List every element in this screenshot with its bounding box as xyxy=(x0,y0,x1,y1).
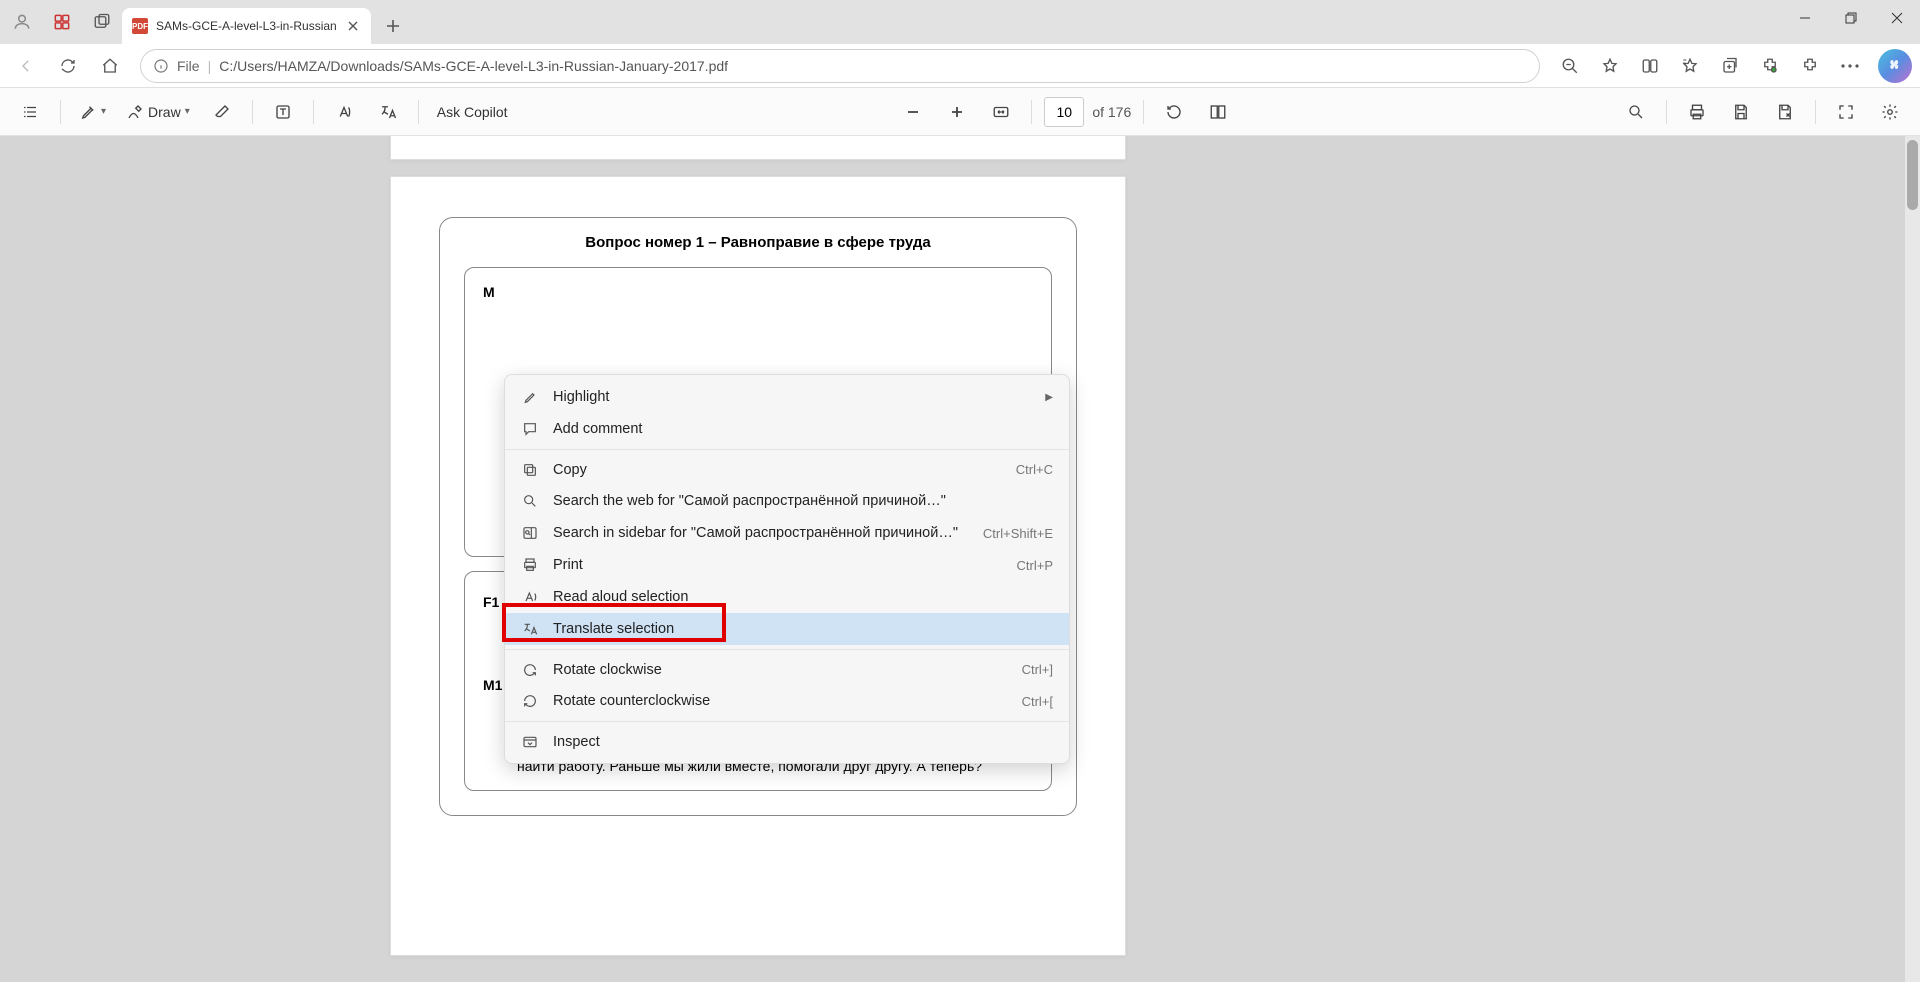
copy-icon xyxy=(521,461,539,479)
save-button[interactable] xyxy=(1723,94,1759,130)
fit-width-button[interactable] xyxy=(983,94,1019,130)
fullscreen-button[interactable] xyxy=(1828,94,1864,130)
url-box[interactable]: File | C:/Users/HAMZA/Downloads/SAMs-GCE… xyxy=(140,49,1540,83)
profile-icon[interactable] xyxy=(8,8,36,36)
menu-rotate-cw[interactable]: Rotate clockwise Ctrl+] xyxy=(505,649,1069,685)
menu-rotate-ccw[interactable]: Rotate counterclockwise Ctrl+[ xyxy=(505,685,1069,717)
pdf-viewer[interactable]: Вопрос номер 1 – Равноправие в сфере тру… xyxy=(0,136,1920,982)
rotate-cw-icon xyxy=(521,661,539,679)
pdf-settings-button[interactable] xyxy=(1872,94,1908,130)
browser-tools-icon[interactable] xyxy=(1792,48,1828,84)
menu-translate-selection[interactable]: Translate selection xyxy=(505,613,1069,645)
page-view-button[interactable] xyxy=(1200,94,1236,130)
page-total: of 176 xyxy=(1092,104,1131,120)
more-button[interactable] xyxy=(1832,48,1868,84)
tab-actions-icon[interactable] xyxy=(88,8,116,36)
sidebar-search-icon xyxy=(521,524,539,542)
pdf-favicon: PDF xyxy=(132,18,148,34)
ask-copilot-button[interactable]: Ask Copilot xyxy=(431,94,514,130)
menu-search-web[interactable]: Search the web for "Самой распространённ… xyxy=(505,485,1069,517)
close-window-button[interactable] xyxy=(1874,0,1920,36)
print-button[interactable] xyxy=(1679,94,1715,130)
menu-copy[interactable]: Copy Ctrl+C xyxy=(505,449,1069,485)
split-screen-icon[interactable] xyxy=(1632,48,1668,84)
zoom-out-button[interactable] xyxy=(895,94,931,130)
copilot-button[interactable] xyxy=(1878,49,1912,83)
translate-icon xyxy=(521,620,539,638)
print-icon xyxy=(521,556,539,574)
highlight-icon xyxy=(521,388,539,406)
refresh-button[interactable] xyxy=(50,48,86,84)
chevron-down-icon: ▾ xyxy=(185,106,190,117)
speaker-m-label: M xyxy=(483,284,495,300)
home-button[interactable] xyxy=(92,48,128,84)
contents-toggle[interactable] xyxy=(12,94,48,130)
text-tool[interactable] xyxy=(265,94,301,130)
maximize-button[interactable] xyxy=(1828,0,1874,36)
pdf-page-previous xyxy=(390,136,1126,160)
context-menu: Highlight ▶ Add comment Copy Ctrl+C Sear… xyxy=(504,374,1070,764)
workspaces-icon[interactable] xyxy=(48,8,76,36)
url-scheme: File xyxy=(177,58,200,74)
address-bar: File | C:/Users/HAMZA/Downloads/SAMs-GCE… xyxy=(0,44,1920,88)
info-icon xyxy=(153,58,169,74)
menu-highlight[interactable]: Highlight ▶ xyxy=(505,381,1069,413)
save-as-button[interactable] xyxy=(1767,94,1803,130)
tab-title: SAMs-GCE-A-level-L3-in-Russian xyxy=(156,19,337,33)
back-button[interactable] xyxy=(8,48,44,84)
zoom-in-button[interactable] xyxy=(939,94,975,130)
draw-tool[interactable]: Draw▾ xyxy=(120,94,196,130)
extensions-icon[interactable] xyxy=(1752,48,1788,84)
submenu-arrow-icon: ▶ xyxy=(1045,392,1053,403)
collections-icon[interactable] xyxy=(1712,48,1748,84)
new-tab-button[interactable] xyxy=(377,10,409,42)
read-aloud-button[interactable] xyxy=(326,94,362,130)
menu-print[interactable]: Print Ctrl+P xyxy=(505,549,1069,581)
find-button[interactable] xyxy=(1618,94,1654,130)
titlebar: PDF SAMs-GCE-A-level-L3-in-Russian xyxy=(0,0,1920,44)
search-icon xyxy=(521,492,539,510)
menu-add-comment[interactable]: Add comment xyxy=(505,413,1069,445)
page-number-input[interactable] xyxy=(1044,97,1084,127)
menu-inspect[interactable]: Inspect xyxy=(505,721,1069,757)
menu-read-aloud[interactable]: Read aloud selection xyxy=(505,581,1069,613)
rotate-ccw-icon xyxy=(521,692,539,710)
zoom-out-icon[interactable] xyxy=(1552,48,1588,84)
comment-icon xyxy=(521,420,539,438)
tab-close-button[interactable] xyxy=(345,18,361,34)
menu-search-sidebar[interactable]: Search in sidebar for "Самой распростран… xyxy=(505,517,1069,549)
favorites-list-icon[interactable] xyxy=(1672,48,1708,84)
rotate-button[interactable] xyxy=(1156,94,1192,130)
translate-button[interactable] xyxy=(370,94,406,130)
scrollbar-thumb[interactable] xyxy=(1907,140,1918,210)
browser-tab[interactable]: PDF SAMs-GCE-A-level-L3-in-Russian xyxy=(122,8,371,44)
chevron-down-icon: ▾ xyxy=(101,106,106,117)
erase-tool[interactable] xyxy=(204,94,240,130)
url-path: C:/Users/HAMZA/Downloads/SAMs-GCE-A-leve… xyxy=(219,58,728,74)
read-aloud-icon xyxy=(521,588,539,606)
minimize-button[interactable] xyxy=(1782,0,1828,36)
favorite-button[interactable] xyxy=(1592,48,1628,84)
highlight-tool[interactable]: ▾ xyxy=(73,94,112,130)
inspect-icon xyxy=(521,733,539,751)
question-title: Вопрос номер 1 – Равноправие в сфере тру… xyxy=(464,234,1052,251)
scrollbar[interactable] xyxy=(1905,136,1920,982)
pdf-toolbar: ▾ Draw▾ Ask Copilot of 176 xyxy=(0,88,1920,136)
